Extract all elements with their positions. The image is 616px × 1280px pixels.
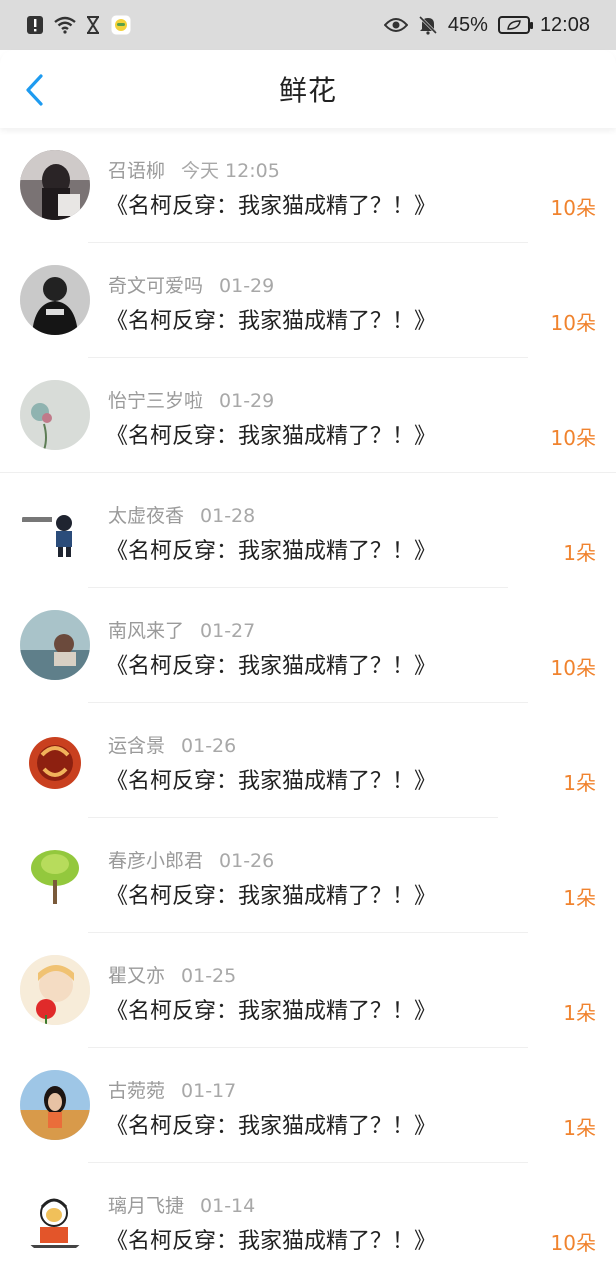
book-title[interactable]: 《名柯反穿：我家猫成精了？！》 — [106, 188, 436, 220]
flower-gift-list: 召语柳 今天 12:05 《名柯反穿：我家猫成精了？！》 10朵 奇文可爱吗 01-… — [0, 128, 616, 1278]
flower-count: 10朵 — [550, 1231, 596, 1255]
flower-count: 1朵 — [563, 1116, 596, 1140]
hourglass-icon — [86, 16, 100, 34]
user-name[interactable]: 奇文可爱吗 — [108, 275, 203, 297]
list-item[interactable]: 璃月飞捷 01-14 《名柯反穿：我家猫成精了？！》 10朵 — [0, 1163, 616, 1278]
page-title: 鲜花 — [278, 74, 337, 107]
flower-count: 1朵 — [563, 886, 596, 910]
gift-date: 01-27 — [200, 620, 256, 642]
flower-count: 1朵 — [563, 771, 596, 795]
gift-date: 01-26 — [219, 850, 275, 872]
list-item[interactable]: 奇文可爱吗 01-29 《名柯反穿：我家猫成精了？！》 10朵 — [0, 243, 616, 358]
bell-muted-icon — [418, 15, 438, 35]
flower-count: 1朵 — [563, 1001, 596, 1025]
book-title[interactable]: 《名柯反穿：我家猫成精了？！》 — [106, 533, 436, 565]
back-button[interactable] — [16, 70, 52, 110]
book-title[interactable]: 《名柯反穿：我家猫成精了？！》 — [106, 878, 436, 910]
eye-icon — [383, 17, 408, 33]
book-title[interactable]: 《名柯反穿：我家猫成精了？！》 — [106, 763, 436, 795]
gift-date: 01-29 — [219, 390, 275, 412]
user-name[interactable]: 南风来了 — [108, 620, 184, 642]
user-name[interactable]: 召语柳 — [108, 160, 165, 182]
list-item[interactable]: 瞿又亦 01-25 《名柯反穿：我家猫成精了？！》 1朵 — [0, 933, 616, 1048]
flower-count: 10朵 — [550, 426, 596, 450]
gift-date: 01-14 — [200, 1195, 256, 1217]
user-name[interactable]: 春彦小郎君 — [108, 850, 203, 872]
flower-count: 10朵 — [550, 656, 596, 680]
status-time: 12:08 — [539, 13, 590, 36]
avatar — [20, 265, 90, 335]
user-name[interactable]: 太虚夜香 — [108, 505, 184, 527]
list-item[interactable]: 怡宁三岁啦 01-29 《名柯反穿：我家猫成精了？！》 10朵 — [0, 358, 616, 473]
battery-percent: 45% — [447, 13, 488, 36]
avatar — [20, 1185, 90, 1255]
avatar — [20, 840, 90, 910]
app-notification-icon — [110, 14, 132, 36]
flower-count: 10朵 — [550, 311, 596, 335]
avatar — [20, 150, 90, 220]
user-name[interactable]: 运含景 — [108, 735, 165, 757]
alert-icon — [26, 15, 44, 35]
list-item[interactable]: 太虚夜香 01-28 《名柯反穿：我家猫成精了？！》 1朵 — [0, 473, 616, 588]
book-title[interactable]: 《名柯反穿：我家猫成精了？！》 — [106, 418, 436, 450]
book-title[interactable]: 《名柯反穿：我家猫成精了？！》 — [106, 648, 436, 680]
flower-count: 10朵 — [550, 196, 596, 220]
avatar — [20, 380, 90, 450]
avatar — [20, 955, 90, 1025]
book-title[interactable]: 《名柯反穿：我家猫成精了？！》 — [106, 303, 436, 335]
book-title[interactable]: 《名柯反穿：我家猫成精了？！》 — [106, 993, 436, 1025]
status-bar: 45% 12:08 — [0, 0, 616, 50]
user-name[interactable]: 古菀菀 — [108, 1080, 165, 1102]
user-name[interactable]: 怡宁三岁啦 — [108, 390, 203, 412]
user-name[interactable]: 璃月飞捷 — [108, 1195, 184, 1217]
wifi-icon — [54, 16, 76, 34]
avatar — [20, 495, 90, 565]
gift-date: 01-28 — [200, 505, 256, 527]
battery-icon — [497, 16, 533, 34]
flower-count: 1朵 — [563, 541, 596, 565]
list-item[interactable]: 古菀菀 01-17 《名柯反穿：我家猫成精了？！》 1朵 — [0, 1048, 616, 1163]
list-item[interactable]: 南风来了 01-27 《名柯反穿：我家猫成精了？！》 10朵 — [0, 588, 616, 703]
avatar — [20, 1070, 90, 1140]
list-item[interactable]: 召语柳 今天 12:05 《名柯反穿：我家猫成精了？！》 10朵 — [0, 128, 616, 243]
gift-date: 01-29 — [219, 275, 275, 297]
gift-date: 01-17 — [181, 1080, 237, 1102]
list-item[interactable]: 春彦小郎君 01-26 《名柯反穿：我家猫成精了？！》 1朵 — [0, 818, 616, 933]
user-name[interactable]: 瞿又亦 — [108, 965, 165, 987]
gift-date: 01-26 — [181, 735, 237, 757]
book-title[interactable]: 《名柯反穿：我家猫成精了？！》 — [106, 1108, 436, 1140]
gift-date: 01-25 — [181, 965, 237, 987]
gift-date: 今天 12:05 — [181, 160, 280, 182]
book-title[interactable]: 《名柯反穿：我家猫成精了？！》 — [106, 1223, 436, 1255]
chevron-left-icon — [26, 74, 43, 106]
app-header: 鲜花 — [0, 50, 616, 128]
list-item[interactable]: 运含景 01-26 《名柯反穿：我家猫成精了？！》 1朵 — [0, 703, 616, 818]
avatar — [20, 725, 90, 795]
status-left-icons — [26, 14, 132, 36]
status-right-icons: 45% 12:08 — [383, 13, 590, 37]
avatar — [20, 610, 90, 680]
